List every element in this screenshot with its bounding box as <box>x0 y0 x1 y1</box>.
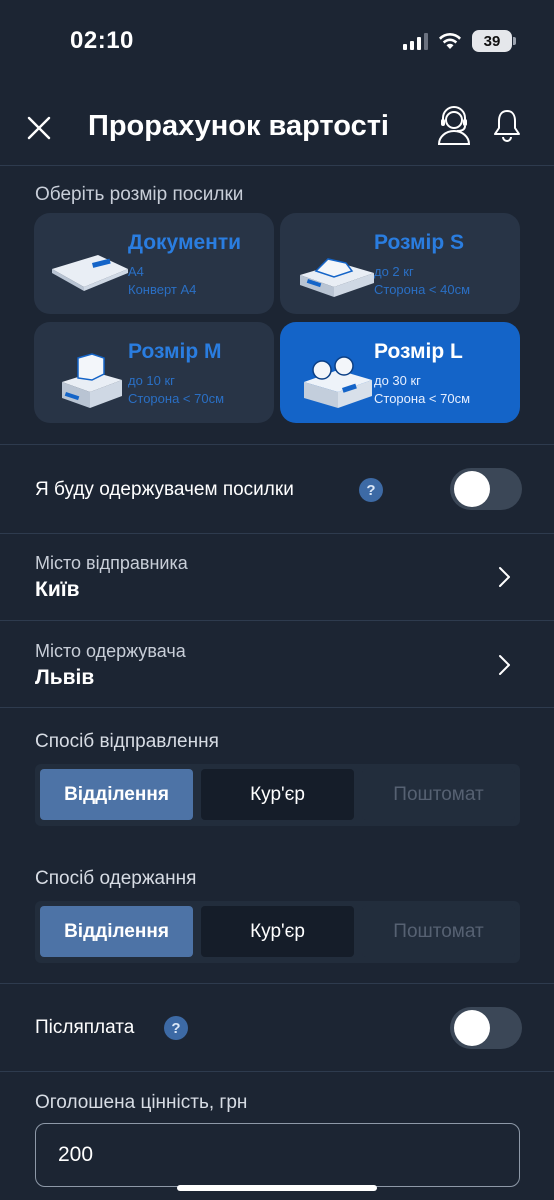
header: Прорахунок вартості <box>0 90 554 166</box>
toggle-knob <box>454 471 490 507</box>
battery-icon: 39 <box>472 30 516 52</box>
divider <box>0 533 554 534</box>
send-method-parcel-locker: Поштомат <box>362 769 515 820</box>
size-option-name: Розмір L <box>374 340 463 363</box>
size-option-detail: A4 <box>128 264 144 279</box>
size-option-detail: до 30 кг <box>374 373 421 388</box>
notifications-bell-icon[interactable] <box>492 108 522 142</box>
size-option-detail: Сторона < 40см <box>374 282 471 297</box>
box-medium-icon <box>62 353 122 408</box>
status-icons: 39 <box>403 30 516 52</box>
recipient-toggle-label: Я буду одержувачем посилки <box>35 479 294 500</box>
size-option-detail: до 2 кг <box>374 264 414 279</box>
receive-method-parcel-locker: Поштомат <box>362 906 515 957</box>
box-large-icon <box>304 356 372 408</box>
receive-method-label: Спосіб одержання <box>35 868 197 889</box>
help-icon[interactable]: ? <box>164 1016 188 1040</box>
home-indicator <box>177 1185 377 1191</box>
page-title: Прорахунок вартості <box>88 110 389 142</box>
receive-method-courier[interactable]: Кур'єр <box>201 906 354 957</box>
receive-method-segmented: Відділення Кур'єр Поштомат <box>35 901 520 963</box>
divider <box>0 707 554 708</box>
size-option-detail: Сторона < 70см <box>128 391 225 406</box>
recipient-city-label: Місто одержувача <box>35 641 186 661</box>
size-option-detail: Сторона < 70см <box>374 391 471 406</box>
sender-city-value: Київ <box>35 578 80 601</box>
size-option-s[interactable]: Розмір S до 2 кг Сторона < 40см <box>280 213 520 314</box>
wifi-icon <box>439 32 461 49</box>
size-option-l[interactable]: Розмір L до 30 кг Сторона < 70см <box>280 322 520 423</box>
parcel-size-label: Оберіть розмір посилки <box>35 184 244 205</box>
size-option-documents[interactable]: Документи A4 Конверт A4 <box>34 213 274 314</box>
receive-method-branch[interactable]: Відділення <box>40 906 193 957</box>
size-option-name: Розмір M <box>128 340 222 363</box>
divider <box>0 983 554 984</box>
send-method-courier[interactable]: Кур'єр <box>201 769 354 820</box>
cod-toggle[interactable] <box>450 1007 522 1049</box>
help-icon[interactable]: ? <box>359 478 383 502</box>
divider <box>0 620 554 621</box>
declared-value-input[interactable]: 200 <box>35 1123 520 1187</box>
sender-city-label: Місто відправника <box>35 553 188 573</box>
cod-toggle-label: Післяплата <box>35 1017 135 1038</box>
divider <box>0 444 554 445</box>
send-method-label: Спосіб відправлення <box>35 731 219 752</box>
recipient-city-value: Львів <box>35 666 95 689</box>
size-option-name: Документи <box>128 231 242 254</box>
size-option-m[interactable]: Розмір M до 10 кг Сторона < 70см <box>34 322 274 423</box>
cellular-signal-icon <box>403 32 428 50</box>
chevron-right-icon <box>499 655 510 675</box>
recipient-toggle[interactable] <box>450 468 522 510</box>
documents-envelope-icon <box>52 255 128 291</box>
box-small-icon <box>300 258 374 297</box>
size-option-detail: до 10 кг <box>128 373 175 388</box>
toggle-knob <box>454 1010 490 1046</box>
size-option-detail: Конверт A4 <box>128 282 197 297</box>
close-icon[interactable] <box>26 115 52 141</box>
size-option-name: Розмір S <box>374 231 464 254</box>
status-time: 02:10 <box>70 27 134 54</box>
send-method-segmented: Відділення Кур'єр Поштомат <box>35 764 520 826</box>
divider <box>0 1071 554 1072</box>
chevron-right-icon <box>499 567 510 587</box>
support-agent-icon[interactable] <box>436 106 472 146</box>
send-method-branch[interactable]: Відділення <box>40 769 193 820</box>
declared-value-label: Оголошена цінність, грн <box>35 1092 248 1113</box>
status-bar: 02:10 39 <box>0 0 554 84</box>
